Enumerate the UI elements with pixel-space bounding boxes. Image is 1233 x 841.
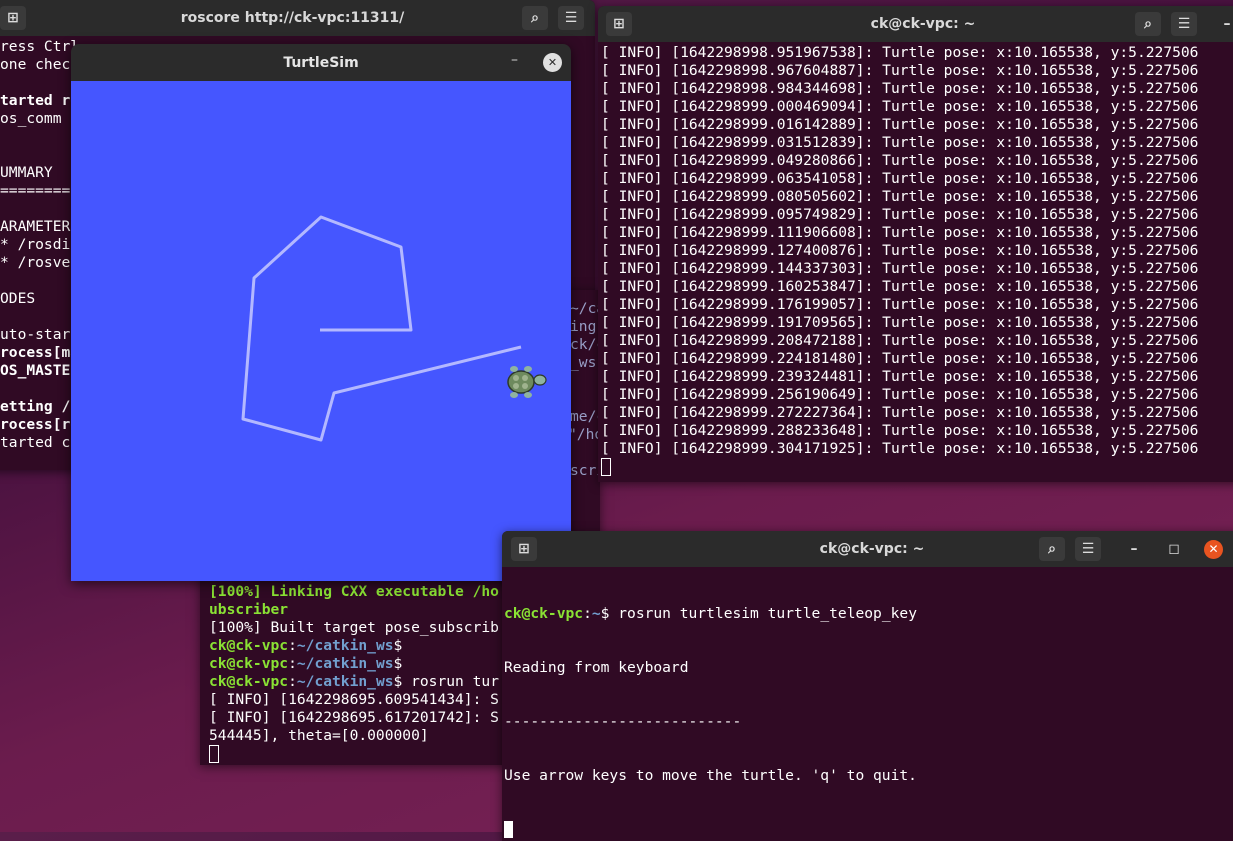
close-icon[interactable]: ✕ — [1204, 540, 1223, 559]
turtlesim-title: TurtleSim — [283, 55, 359, 71]
teleop-prompt-line: ck@ck-vpc:~$ rosrun turtlesim turtle_tel… — [504, 605, 917, 622]
prompt-path: ~/catkin_ws — [296, 673, 394, 690]
pose-log-line: [ INFO] [1642298999.127400876]: Turtle p… — [601, 242, 1199, 259]
minimize-icon[interactable]: – — [1215, 12, 1233, 36]
build-terminal-output[interactable]: [100%] Linking CXX executable /ho ubscrib… — [209, 583, 499, 763]
hamburger-menu-icon[interactable]: ☰ — [1075, 537, 1101, 561]
build-line: [ INFO] [1642298695.617201742]: S — [209, 709, 499, 727]
minimize-icon[interactable]: – — [511, 52, 518, 68]
build-upper-fragment — [570, 390, 600, 408]
teleop-line-1: Reading from keyboard — [504, 659, 689, 676]
pose-log-line: [ INFO] [1642298999.239324481]: Turtle p… — [601, 368, 1199, 385]
pose-log-line: [ INFO] [1642298998.967604887]: Turtle p… — [601, 62, 1199, 79]
prompt-user: ck@ck-vpc — [209, 655, 289, 672]
search-icon[interactable]: ⌕ — [1039, 537, 1065, 561]
prompt-path: ~/catkin_ws — [296, 655, 394, 672]
build-output-text: [100%] Linking CXX executable /ho — [209, 583, 499, 600]
pose-log-line: [ INFO] [1642298999.144337303]: Turtle p… — [601, 260, 1199, 277]
turtle-path — [241, 215, 522, 442]
build-upper-fragment: ~/ca — [570, 300, 600, 317]
terminal-cursor — [504, 821, 513, 838]
pose-log-line: [ INFO] [1642298999.176199057]: Turtle p… — [601, 296, 1199, 313]
build-output-text: [ INFO] [1642298695.617201742]: S — [209, 709, 499, 726]
prompt-user: ck@ck-vpc — [504, 605, 584, 622]
prompt-user: ck@ck-vpc — [209, 637, 289, 654]
pose-log-titlebar[interactable]: ⊞ ck@ck-vpc: ~ ⌕ ☰ – — [598, 6, 1233, 42]
build-line: ck@ck-vpc:~/catkin_ws$ — [209, 655, 403, 672]
pose-log-line: [ INFO] [1642298999.191709565]: Turtle p… — [601, 314, 1199, 331]
prompt-path: ~ — [591, 605, 601, 622]
build-cursor-line — [209, 745, 499, 763]
build-output-text: [100%] Built target pose_subscrib — [209, 619, 499, 636]
maximize-icon[interactable]: ◻ — [1162, 537, 1186, 561]
close-icon[interactable]: ✕ — [543, 53, 562, 72]
build-upper-fragment: "/home/ck/catkin_ws/build" — [568, 426, 600, 443]
hamburger-menu-icon[interactable]: ☰ — [558, 6, 584, 30]
pose-log-output[interactable]: [ INFO] [1642298998.951967538]: Turtle p… — [598, 42, 1233, 482]
roscore-window-title: roscore http://ck-vpc:11311/ — [180, 10, 405, 26]
teleop-command: rosrun turtlesim turtle_teleop_key — [609, 605, 917, 622]
pose-log-line: [ INFO] [1642298999.304171925]: Turtle p… — [601, 440, 1199, 457]
build-upper-fragment: ing — [570, 318, 597, 335]
turtlesim-canvas[interactable] — [71, 81, 571, 581]
teleop-line-3: Use arrow keys to move the turtle. 'q' t… — [504, 767, 917, 784]
turtle-path-drawing — [241, 215, 547, 442]
hamburger-menu-icon[interactable]: ☰ — [1171, 12, 1197, 36]
pose-log-line: [ INFO] [1642298998.951967538]: Turtle p… — [601, 44, 1199, 61]
pose-log-line: [ INFO] [1642298999.256190649]: Turtle p… — [601, 386, 1199, 403]
search-icon[interactable]: ⌕ — [1135, 12, 1161, 36]
build-line: ck@ck-vpc:~/catkin_ws$ — [209, 637, 403, 654]
pose-log-line: [ INFO] [1642298999.111906608]: Turtle p… — [601, 224, 1199, 241]
terminal-cursor — [209, 745, 219, 763]
pose-log-line: [ INFO] [1642298999.031512839]: Turtle p… — [601, 134, 1199, 151]
build-upper-fragment: ck/c — [570, 336, 600, 353]
build-output-text: 544445], theta=[0.000000] — [209, 727, 429, 744]
build-line: [100%] Linking CXX executable /ho — [209, 583, 499, 601]
prompt-user: ck@ck-vpc — [209, 673, 289, 690]
search-icon[interactable]: ⌕ — [522, 6, 548, 30]
build-upper-fragment: scriber — [570, 462, 600, 479]
build-line: ubscriber — [209, 601, 499, 619]
build-output-text: [ INFO] [1642298695.609541434]: S — [209, 691, 499, 708]
teleop-line-2: --------------------------- — [504, 713, 742, 730]
pose-log-line: [ INFO] [1642298999.160253847]: Turtle p… — [601, 278, 1199, 295]
build-command: rosrun tur — [402, 673, 499, 690]
build-upper-fragment — [570, 372, 600, 390]
pose-log-line: [ INFO] [1642298999.049280866]: Turtle p… — [601, 152, 1199, 169]
pose-log-line: [ INFO] [1642298999.288233648]: Turtle p… — [601, 422, 1199, 439]
build-line: ck@ck-vpc:~/catkin_ws$ rosrun tur — [209, 673, 499, 690]
pose-log-terminal-window[interactable]: ⊞ ck@ck-vpc: ~ ⌕ ☰ – [ INFO] [1642298998… — [598, 6, 1233, 482]
pose-log-line: [ INFO] [1642298999.224181480]: Turtle p… — [601, 350, 1199, 367]
pose-log-line: [ INFO] [1642298999.208472188]: Turtle p… — [601, 332, 1199, 349]
pose-log-line: [ INFO] [1642298999.016142889]: Turtle p… — [601, 116, 1199, 133]
terminal-cursor — [601, 458, 611, 476]
teleop-terminal-output[interactable]: ck@ck-vpc:~$ rosrun turtlesim turtle_tel… — [502, 567, 1233, 841]
turtle-icon — [507, 366, 547, 398]
build-line: [ INFO] [1642298695.609541434]: S — [209, 691, 499, 709]
build-line: 544445], theta=[0.000000] — [209, 727, 499, 745]
teleop-titlebar[interactable]: ⊞ ck@ck-vpc: ~ ⌕ ☰ – ◻ ✕ — [502, 531, 1233, 567]
pose-log-cursor-line — [601, 458, 1233, 476]
roscore-titlebar[interactable]: ⊞ roscore http://ck-vpc:11311/ ⌕ ☰ — [0, 0, 595, 36]
teleop-cursor-line — [504, 821, 1233, 839]
prompt-path: ~/catkin_ws — [296, 637, 394, 654]
pose-log-line: [ INFO] [1642298999.095749829]: Turtle p… — [601, 206, 1199, 223]
pose-log-line: [ INFO] [1642298999.063541058]: Turtle p… — [601, 170, 1199, 187]
build-upper-fragment: me/c — [570, 408, 600, 425]
pose-log-line: [ INFO] [1642298999.272227364]: Turtle p… — [601, 404, 1199, 421]
pose-log-line: [ INFO] [1642298998.984344698]: Turtle p… — [601, 80, 1199, 97]
turtlesim-window[interactable]: TurtleSim – ✕ — [71, 44, 571, 581]
teleop-terminal-window[interactable]: ⊞ ck@ck-vpc: ~ ⌕ ☰ – ◻ ✕ ck@ck-vpc:~$ ro… — [502, 531, 1233, 841]
build-line: [100%] Built target pose_subscrib — [209, 619, 499, 637]
minimize-icon[interactable]: – — [1122, 537, 1146, 561]
pose-log-line: [ INFO] [1642298999.080505602]: Turtle p… — [601, 188, 1199, 205]
build-terminal-upper-output: ~/caingck/c_ws me/c"/home/ck/catkin_ws/bu… — [568, 300, 600, 480]
build-upper-fragment: _ws — [570, 354, 597, 371]
build-output-text: ubscriber — [209, 601, 289, 618]
pose-log-line: [ INFO] [1642298999.000469094]: Turtle p… — [601, 98, 1199, 115]
build-upper-fragment — [570, 444, 600, 462]
